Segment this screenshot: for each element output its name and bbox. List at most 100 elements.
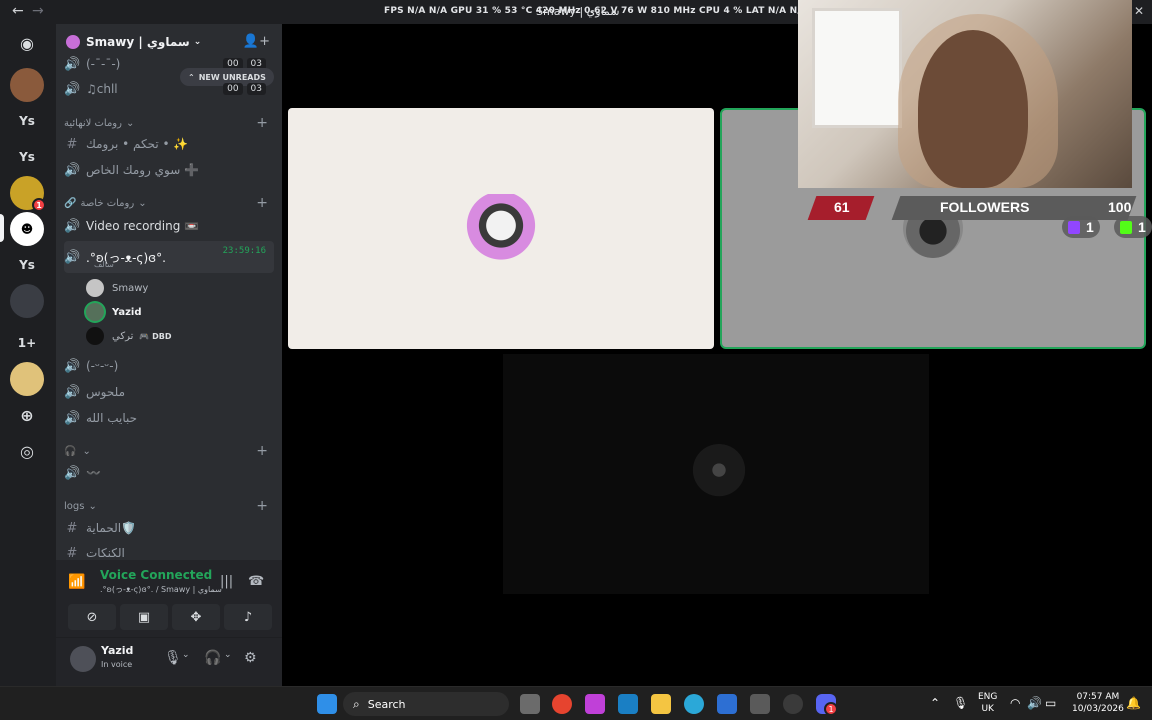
noise-suppression-icon[interactable]: ||| bbox=[220, 574, 233, 589]
chevron-down-icon[interactable]: ⌄ bbox=[182, 650, 190, 660]
screen-share-icon: ▣ bbox=[137, 609, 151, 625]
headphones-icon[interactable]: 🎧 bbox=[204, 650, 221, 666]
chevron-down-icon: ⌄ bbox=[88, 500, 97, 512]
discord-home-icon[interactable]: ◉ bbox=[10, 26, 44, 60]
hash-icon: # bbox=[66, 545, 78, 561]
add-channel-icon[interactable]: + bbox=[256, 115, 268, 131]
windows-taskbar: ⌕ Search 1 ⌃ 🎙 ENG UK ◠ 🔊 ▭ 07:57 AM 10/… bbox=[0, 686, 1152, 720]
server-1plus[interactable]: 1+ bbox=[10, 326, 44, 360]
chevron-down-icon: ⌄ bbox=[138, 197, 147, 209]
channel-subtext: سالف bbox=[94, 260, 114, 269]
server-ys-2[interactable]: Ys bbox=[10, 140, 44, 174]
add-member-icon[interactable]: 👤+ bbox=[243, 34, 270, 49]
voice-member-yazid[interactable]: Yazid bbox=[86, 300, 266, 324]
user-panel: Yazid In voice 🎙 ⌄ 🎧 ⌄ ⚙ bbox=[56, 638, 282, 686]
hash-icon: # bbox=[66, 136, 78, 152]
server-rail: ◉ Ys Ys 1 ☻ Ys 1+ ⊕ ◎ bbox=[0, 24, 56, 686]
wifi-icon[interactable]: ◠ bbox=[1010, 696, 1020, 710]
settings-gear-icon[interactable]: ⚙ bbox=[244, 650, 257, 666]
activities-icon: ✥ bbox=[190, 609, 202, 625]
channel-create-room[interactable]: 🔊 سوي رومك الخاص ➕ bbox=[64, 158, 274, 182]
store-icon[interactable] bbox=[750, 694, 770, 714]
followers-current: 61 bbox=[834, 199, 850, 215]
chevron-down-icon[interactable]: ⌄ bbox=[224, 650, 232, 660]
explore-icon[interactable]: ◎ bbox=[10, 434, 44, 468]
vscode-icon[interactable] bbox=[618, 694, 638, 714]
speaker-icon: 🔊 bbox=[64, 410, 81, 426]
speaker-icon: 🔊 bbox=[64, 218, 81, 234]
webcam-overlay bbox=[798, 0, 1132, 188]
server-ys-3[interactable]: Ys bbox=[10, 248, 44, 282]
chevron-up-icon[interactable]: ⌃ bbox=[930, 696, 940, 710]
chevron-down-icon: ⌄ bbox=[193, 37, 202, 47]
taskbar-search[interactable]: ⌕ Search bbox=[343, 692, 509, 716]
channel-voice-5[interactable]: 🔊 حبايب الله bbox=[64, 406, 274, 430]
server-badge: 1 bbox=[32, 198, 46, 212]
channel-text-control[interactable]: # تحكم • برومك • ✨ bbox=[64, 132, 274, 156]
category-infinite-rooms[interactable]: رومات لانهائية ⌄ + bbox=[64, 114, 274, 132]
channel-text-protection[interactable]: # الحماية🛡️ bbox=[64, 516, 274, 540]
category-private-rooms[interactable]: 🔗 رومات خاصة ⌄ + bbox=[64, 194, 274, 212]
add-channel-icon[interactable]: + bbox=[256, 498, 268, 514]
edge-icon[interactable] bbox=[684, 694, 704, 714]
server-golden[interactable]: 1 bbox=[10, 176, 46, 212]
discord-taskbar-icon[interactable]: 1 bbox=[816, 694, 838, 716]
voice-member-smawy[interactable]: Smawy bbox=[86, 276, 266, 300]
user-status: In voice bbox=[101, 660, 133, 669]
clock[interactable]: 07:57 AM 10/03/2026 bbox=[1072, 691, 1124, 715]
activity-tag: 🎮 DBD bbox=[139, 331, 172, 341]
server-food[interactable] bbox=[10, 362, 44, 396]
channel-video-recording[interactable]: 🔊 Video recording 📼 bbox=[64, 214, 274, 238]
channel-voice-3[interactable]: 🔊 (-ᵕ-ᵕ-) bbox=[64, 354, 274, 378]
channel-voice-4[interactable]: 🔊 ملحوس bbox=[64, 380, 274, 404]
camera-off-button[interactable]: ⊘ bbox=[68, 604, 116, 630]
task-view-icon[interactable] bbox=[520, 694, 540, 714]
server-avatar[interactable] bbox=[10, 68, 44, 102]
obs-icon[interactable] bbox=[783, 694, 803, 714]
voice-connected-title[interactable]: Voice Connected bbox=[100, 568, 212, 582]
language-indicator[interactable]: ENG UK bbox=[978, 691, 997, 715]
voice-connected-channel[interactable]: .°ʚ(っ-ᴥ-ς)ɞ°. / Smawy | سماوي bbox=[100, 584, 222, 595]
volume-icon[interactable]: 🔊 bbox=[1027, 696, 1042, 710]
microphone-tray-icon[interactable]: 🎙 bbox=[953, 696, 968, 710]
server-active[interactable]: ☻ bbox=[10, 212, 44, 246]
activities-button[interactable]: ✥ bbox=[172, 604, 220, 630]
copilot-icon[interactable] bbox=[585, 694, 605, 714]
windows-start-icon[interactable] bbox=[317, 694, 337, 714]
voice-timer: 23:59:16 bbox=[222, 246, 266, 256]
category-logs[interactable]: logs ⌄ + bbox=[64, 497, 274, 515]
screen-share-button[interactable]: ▣ bbox=[120, 604, 168, 630]
channel-voice-6[interactable]: 🔊 〰️ bbox=[64, 461, 274, 485]
file-explorer-icon[interactable] bbox=[651, 694, 671, 714]
twitch-counter: 1 bbox=[1062, 216, 1100, 238]
kick-counter: 1 bbox=[1114, 216, 1152, 238]
user-avatar[interactable] bbox=[70, 646, 96, 672]
close-icon[interactable]: ✕ bbox=[1134, 4, 1144, 18]
chrome-icon[interactable] bbox=[552, 694, 572, 714]
back-arrow-icon[interactable]: ← bbox=[12, 3, 24, 19]
forward-arrow-icon[interactable]: → bbox=[32, 3, 44, 19]
category-headphones[interactable]: 🎧 ⌄ + bbox=[64, 442, 274, 460]
channel-voice-2[interactable]: 🔊 ♫chll 00 03 bbox=[64, 77, 274, 101]
voice-member-turki[interactable]: تركي 🎮 DBD bbox=[86, 324, 266, 348]
add-channel-icon[interactable]: + bbox=[256, 195, 268, 211]
twitch-icon bbox=[1068, 220, 1080, 234]
add-server-icon[interactable]: ⊕ bbox=[10, 398, 44, 432]
server-image[interactable] bbox=[10, 284, 44, 318]
soundboard-button[interactable]: ♪ bbox=[224, 604, 272, 630]
voice-connected-panel: 📶 Voice Connected .°ʚ(っ-ᴥ-ς)ɞ°. / Smawy … bbox=[56, 560, 282, 638]
add-channel-icon[interactable]: + bbox=[256, 443, 268, 459]
server-icon bbox=[66, 35, 80, 49]
notification-bell-icon[interactable]: 🔔 bbox=[1126, 696, 1141, 710]
microphone-icon[interactable]: 🎙 bbox=[164, 650, 182, 666]
battery-icon[interactable]: ▭ bbox=[1045, 696, 1056, 710]
channel-active-voice[interactable]: 🔊 .°ʚ(っ-ᴥ-ς)ɞ°. 23:59:16 سالف bbox=[64, 241, 274, 273]
user-name[interactable]: Yazid bbox=[101, 644, 133, 657]
outlook-icon[interactable] bbox=[717, 694, 737, 714]
screen: ← → FPS N/A N/A GPU 31 % 53 °C 420 MHz 0… bbox=[0, 0, 1152, 720]
disconnect-icon[interactable]: ☎ bbox=[248, 574, 264, 589]
server-ys-1[interactable]: Ys bbox=[10, 104, 44, 138]
speaker-icon: 🔊 bbox=[64, 162, 81, 178]
speaker-icon: 🔊 bbox=[64, 56, 81, 72]
window-title: Smawy | سماوي bbox=[536, 5, 620, 18]
